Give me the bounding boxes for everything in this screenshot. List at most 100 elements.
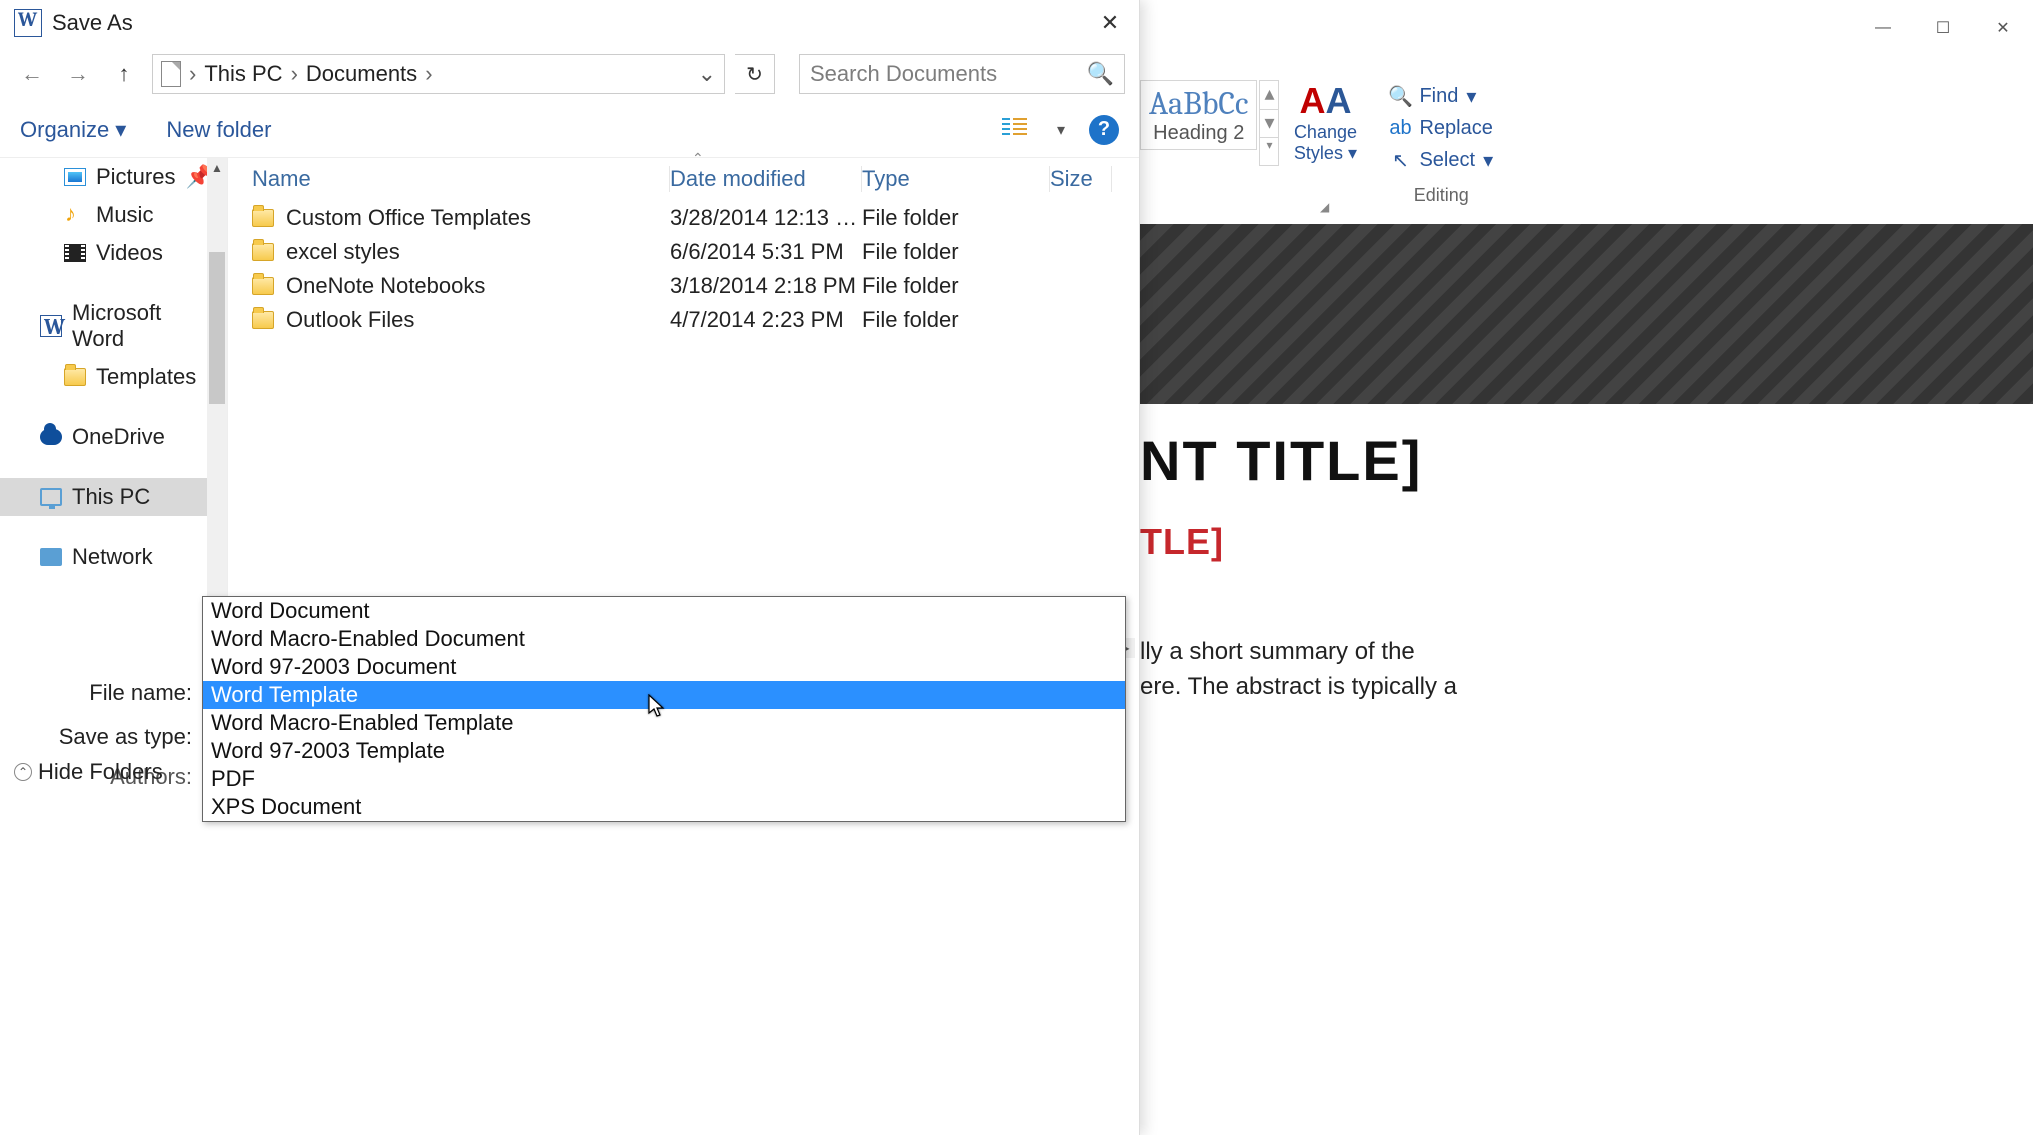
folder-icon: [252, 277, 274, 295]
style-name-label: Heading 2: [1149, 122, 1248, 145]
change-styles-button[interactable]: AA Change Styles ▾: [1285, 80, 1365, 164]
hide-folders-button[interactable]: ⌃ Hide Folders: [14, 759, 163, 785]
breadcrumb-folder[interactable]: Documents: [306, 61, 417, 87]
nav-tree: Pictures📌 Music Videos W Microsoft Word Templ…: [0, 158, 228, 658]
tree-item-label: Microsoft Word: [72, 300, 215, 352]
nav-up-button[interactable]: ↑: [106, 56, 142, 92]
file-row[interactable]: Custom Office Templates3/28/2014 12:13 ……: [228, 201, 1139, 235]
word-ico: W: [40, 315, 62, 337]
file-type: File folder: [862, 205, 1050, 231]
tree-item-label: Pictures: [96, 164, 175, 190]
vid-ico: [64, 242, 86, 264]
view-options-button[interactable]: [1001, 116, 1033, 144]
nav-forward-button[interactable]: →: [60, 56, 96, 92]
net-ico: [40, 546, 62, 568]
type-option[interactable]: Word Macro-Enabled Document: [203, 625, 1125, 653]
file-type: File folder: [862, 239, 1050, 265]
word-close-button[interactable]: ✕: [1973, 8, 2033, 48]
pc-ico: [40, 486, 62, 508]
new-folder-button[interactable]: New folder: [166, 117, 271, 143]
save-as-type-label: Save as type:: [14, 724, 202, 750]
styles-scroll-up[interactable]: ▴: [1260, 81, 1278, 109]
chevron-right-icon: ›: [425, 61, 432, 87]
tree-item-label: This PC: [72, 484, 150, 510]
scroll-thumb[interactable]: [209, 252, 225, 404]
file-row[interactable]: Outlook Files4/7/2014 2:23 PMFile folder: [228, 303, 1139, 337]
nav-bar: ← → ↑ › This PC › Documents › ⌄ ↻ Search…: [0, 46, 1139, 102]
breadcrumb-root[interactable]: This PC: [204, 61, 282, 87]
tree-item-microsoft-word[interactable]: W Microsoft Word: [0, 294, 227, 358]
dialog-launcher-icon[interactable]: ◢: [1320, 200, 1329, 214]
file-date: 6/6/2014 5:31 PM: [670, 239, 862, 265]
column-size[interactable]: Size: [1050, 166, 1112, 192]
refresh-button[interactable]: ↻: [735, 54, 775, 94]
sidebar-scrollbar[interactable]: ▲ ▼: [207, 158, 227, 658]
tree-item-videos[interactable]: Videos: [0, 234, 227, 272]
location-icon: [161, 61, 181, 87]
help-button[interactable]: ?: [1089, 115, 1119, 145]
document-body-text: lly a short summary of the ere. The abst…: [1140, 635, 2023, 705]
file-type: File folder: [862, 273, 1050, 299]
type-option[interactable]: Word Document: [203, 597, 1125, 625]
document-header-image: [1140, 224, 2033, 404]
styles-expand[interactable]: ▾: [1260, 137, 1278, 165]
document-canvas: NT TITLE] TLE] lly a short summary of th…: [1140, 224, 2033, 1135]
tree-item-onedrive[interactable]: OneDrive: [0, 418, 227, 456]
find-button[interactable]: 🔍Find ▾: [1389, 80, 1493, 113]
folder-icon: [252, 311, 274, 329]
tree-item-music[interactable]: Music: [0, 196, 227, 234]
type-option[interactable]: XPS Document: [203, 793, 1125, 821]
address-bar[interactable]: › This PC › Documents › ⌄: [152, 54, 725, 94]
binoculars-icon: 🔍: [1389, 86, 1411, 108]
tree-item-label: OneDrive: [72, 424, 165, 450]
cursor-icon: ↖: [1389, 150, 1411, 172]
replace-button[interactable]: abReplace: [1389, 113, 1493, 144]
file-date: 4/7/2014 2:23 PM: [670, 307, 862, 333]
file-row[interactable]: excel styles6/6/2014 5:31 PMFile folder: [228, 235, 1139, 269]
tree-item-label: Music: [96, 202, 153, 228]
ribbon-fragment: AaBbCc Heading 2 ▴ ▾ ▾ AA Change Styles …: [1140, 80, 2033, 224]
dialog-toolbar: Organize ▾ New folder ▾ ?: [0, 102, 1139, 158]
column-date[interactable]: Date modified: [670, 166, 862, 192]
file-name: Custom Office Templates: [286, 205, 531, 231]
address-dropdown-icon[interactable]: ⌄: [698, 61, 716, 87]
tree-item-templates[interactable]: Templates: [0, 358, 227, 396]
type-option[interactable]: PDF: [203, 765, 1125, 793]
editing-group: 🔍Find ▾ abReplace ↖Select ▾ Editing: [1389, 80, 1493, 206]
dialog-close-button[interactable]: ✕: [1087, 3, 1133, 43]
change-styles-icon: AA: [1285, 80, 1365, 122]
file-type: File folder: [862, 307, 1050, 333]
folder-icon: [252, 243, 274, 261]
maximize-button[interactable]: ☐: [1913, 8, 1973, 48]
tree-item-pictures[interactable]: Pictures📌: [0, 158, 227, 196]
change-styles-label: Change Styles ▾: [1285, 122, 1365, 164]
word-system-buttons: — ☐ ✕: [1140, 0, 2033, 55]
sort-ascending-icon: ⌃: [692, 150, 704, 167]
column-type[interactable]: Type: [862, 166, 1050, 192]
file-row[interactable]: OneNote Notebooks 3/18/2014 2:18 PMFile f…: [228, 269, 1139, 303]
file-name: OneNote Notebooks: [286, 273, 485, 299]
type-option[interactable]: Word 97-2003 Document: [203, 653, 1125, 681]
select-button[interactable]: ↖Select ▾: [1389, 144, 1493, 177]
column-name[interactable]: Name: [252, 166, 670, 192]
style-heading2[interactable]: AaBbCc Heading 2: [1140, 80, 1257, 150]
tree-item-network[interactable]: Network: [0, 538, 227, 576]
search-input[interactable]: Search Documents 🔍: [799, 54, 1125, 94]
tree-item-this-pc[interactable]: This PC: [0, 478, 227, 516]
scroll-up-icon[interactable]: ▲: [207, 158, 227, 178]
tree-item-label: Videos: [96, 240, 163, 266]
file-name-label: File name:: [14, 680, 202, 706]
nav-back-button[interactable]: ←: [14, 56, 50, 92]
caret-down-icon[interactable]: ▾: [1057, 120, 1065, 140]
dialog-title: Save As: [52, 10, 133, 36]
pic-ico: [64, 166, 86, 188]
minimize-button[interactable]: —: [1853, 8, 1913, 48]
type-option[interactable]: Word 97-2003 Template: [203, 737, 1125, 765]
editing-group-label: Editing: [1389, 185, 1493, 206]
file-date: 3/18/2014 2:18 PM: [670, 273, 862, 299]
search-placeholder: Search Documents: [810, 61, 997, 87]
styles-scroll-down[interactable]: ▾: [1260, 109, 1278, 137]
organize-menu[interactable]: Organize ▾: [20, 117, 126, 143]
save-as-dialog: Save As ✕ ← → ↑ › This PC › Documents › …: [0, 0, 1140, 1135]
cloud-ico: [40, 426, 62, 448]
